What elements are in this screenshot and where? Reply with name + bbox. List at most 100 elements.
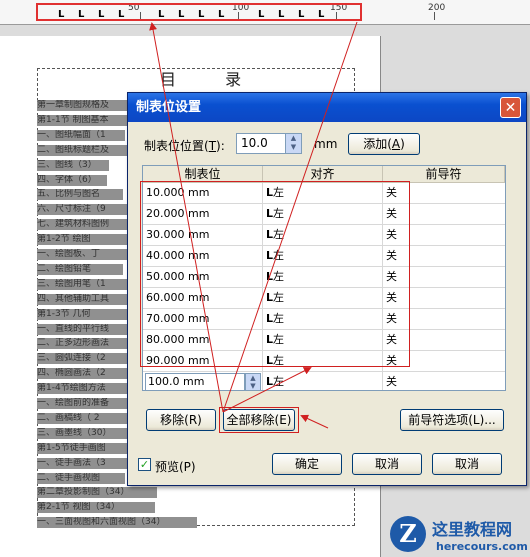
alignment-cell[interactable]: L左 xyxy=(263,204,383,224)
tab-stop-row[interactable]: 30.000 mm L左关 xyxy=(143,225,505,246)
tab-position-cell[interactable]: 90.000 mm xyxy=(143,351,263,371)
toc-line: 一、徒手画法（3 xyxy=(37,457,131,469)
alignment-cell[interactable]: L左 xyxy=(263,372,383,390)
leader-cell[interactable]: 关 xyxy=(383,372,505,390)
tab-stop-row[interactable]: 90.000 mm L左关 xyxy=(143,351,505,372)
ruler-number: 200 xyxy=(428,3,446,13)
toc-line: 五、比例与图名 xyxy=(37,189,123,201)
left-tab-icon: L xyxy=(266,249,274,262)
alignment-cell[interactable]: L左 xyxy=(263,267,383,287)
toc-line: 二、正多边形画法 xyxy=(37,338,131,350)
remove-button[interactable]: 移除(R) xyxy=(146,409,216,431)
toc-line: 一、绘图前的准备 xyxy=(37,398,133,409)
leader-options-button[interactable]: 前导符选项(L)... xyxy=(400,409,504,431)
left-tab-icon: L xyxy=(266,207,274,220)
add-button[interactable]: 添加(A) xyxy=(348,133,420,155)
toc-line: 三、绘图用笔（1 xyxy=(37,278,129,290)
toc-line: 三、图线（3） xyxy=(37,159,109,171)
remove-all-button[interactable]: 全部移除(E) xyxy=(223,409,295,431)
tab-position-cell[interactable]: 100.0 mm ▲ ▼ xyxy=(143,372,263,390)
leader-cell[interactable]: 关 xyxy=(383,330,505,350)
watermark-name: 这里教程网 xyxy=(432,520,513,539)
left-tab-icon: L xyxy=(266,354,274,367)
close-button[interactable]: ✕ xyxy=(500,97,521,118)
horizontal-ruler[interactable]: 50 100 150 200 L L L L L L L L L L L L xyxy=(0,0,530,25)
preview-checkbox[interactable]: ✓ xyxy=(138,458,151,471)
alignment-cell[interactable]: L左 xyxy=(263,288,383,308)
preview-label: 预览(P) xyxy=(155,460,196,474)
tab-position-cell[interactable]: 10.000 mm xyxy=(143,183,263,203)
cancel-button-2[interactable]: 取消 xyxy=(432,453,502,475)
leader-cell[interactable]: 关 xyxy=(383,351,505,371)
tab-stop-row[interactable]: 100.0 mm ▲ ▼ L左关 xyxy=(143,372,505,390)
spin-up-icon[interactable]: ▲ xyxy=(286,134,301,143)
toc-line: 第1-4节绘图方法 xyxy=(37,383,129,395)
unit-label: mm xyxy=(314,137,338,151)
leader-cell[interactable]: 关 xyxy=(383,204,505,224)
tab-position-edit[interactable]: 100.0 mm xyxy=(145,373,245,390)
left-tab-icon: L xyxy=(266,312,274,325)
left-tab-icon: L xyxy=(266,186,274,199)
toc-line: 一、图纸幅面（1 xyxy=(37,129,125,141)
alignment-cell[interactable]: L左 xyxy=(263,246,383,266)
ruler-highlight-box xyxy=(36,3,362,21)
left-tab-icon: L xyxy=(266,270,274,283)
tab-stop-row[interactable]: 80.000 mm L左关 xyxy=(143,330,505,351)
toc-line: 二、徒手画视图 xyxy=(37,472,125,484)
leader-cell[interactable]: 关 xyxy=(383,246,505,266)
tab-position-cell[interactable]: 70.000 mm xyxy=(143,309,263,329)
leader-cell[interactable]: 关 xyxy=(383,183,505,203)
leader-cell[interactable]: 关 xyxy=(383,288,505,308)
toc-line: 第1-2节 绘图 xyxy=(37,234,129,246)
spinner-buttons[interactable]: ▲ ▼ xyxy=(285,134,301,153)
alignment-cell[interactable]: L左 xyxy=(263,309,383,329)
tab-stop-row[interactable]: 70.000 mm L左关 xyxy=(143,309,505,330)
toc-line: 四、其他辅助工具 xyxy=(37,293,133,305)
alignment-cell[interactable]: L左 xyxy=(263,225,383,245)
toc-line: 二、绘图铅笔 xyxy=(37,263,123,275)
dialog-title-bar[interactable]: 制表位设置 ✕ xyxy=(128,93,526,122)
spin-down-icon[interactable]: ▼ xyxy=(286,143,301,152)
left-tab-icon: L xyxy=(266,375,274,388)
tab-position-cell[interactable]: 40.000 mm xyxy=(143,246,263,266)
dialog-title: 制表位设置 xyxy=(136,100,202,115)
toc-line: 一、三面视图和六面视图（34） xyxy=(37,517,197,529)
spinner-icon[interactable]: ▲ ▼ xyxy=(245,373,261,390)
alignment-cell[interactable]: L左 xyxy=(263,351,383,371)
tab-position-cell[interactable]: 30.000 mm xyxy=(143,225,263,245)
toc-line: 第1-3节 几何 xyxy=(37,308,131,320)
left-tab-icon: L xyxy=(266,291,274,304)
toc-line: 一、直线的平行线 xyxy=(37,323,133,335)
tab-position-cell[interactable]: 80.000 mm xyxy=(143,330,263,350)
column-header-position[interactable]: 制表位 xyxy=(143,166,263,183)
tab-stop-row[interactable]: 40.000 mm L左关 xyxy=(143,246,505,267)
left-tab-icon: L xyxy=(266,228,274,241)
toc-line: 第2-1节 视图（34） xyxy=(37,502,155,514)
toc-line: 七、建筑材料图例 xyxy=(37,219,131,231)
tab-position-spinner[interactable]: 10.0 ▲ ▼ xyxy=(236,133,302,154)
leader-cell[interactable]: 关 xyxy=(383,309,505,329)
alignment-cell[interactable]: L左 xyxy=(263,183,383,203)
alignment-cell[interactable]: L左 xyxy=(263,330,383,350)
column-header-leader[interactable]: 前导符 xyxy=(383,166,505,183)
cancel-button[interactable]: 取消 xyxy=(352,453,422,475)
tab-position-cell[interactable]: 20.000 mm xyxy=(143,204,263,224)
tab-position-cell[interactable]: 60.000 mm xyxy=(143,288,263,308)
tab-position-cell[interactable]: 50.000 mm xyxy=(143,267,263,287)
tab-stop-table[interactable]: 制表位 对齐 前导符 10.000 mm L左关 20.000 mm L左关 30.00… xyxy=(142,165,506,391)
watermark-url: herecours.com xyxy=(436,540,528,553)
tab-stop-row[interactable]: 50.000 mm L左关 xyxy=(143,267,505,288)
leader-cell[interactable]: 关 xyxy=(383,267,505,287)
leader-cell[interactable]: 关 xyxy=(383,225,505,245)
toc-line: 二、画稿线（ 2 xyxy=(37,412,131,424)
site-watermark: Z 这里教程网 herecours.com xyxy=(382,502,530,557)
ok-button[interactable]: 确定 xyxy=(272,453,342,475)
tab-stop-row[interactable]: 60.000 mm L左关 xyxy=(143,288,505,309)
tab-stop-row[interactable]: 10.000 mm L左关 xyxy=(143,183,505,204)
ruler-tick xyxy=(434,12,435,20)
column-header-alignment[interactable]: 对齐 xyxy=(263,166,383,183)
tab-position-value[interactable]: 10.0 xyxy=(241,136,268,150)
tab-settings-dialog: 制表位设置 ✕ 制表位位置(T): 10.0 ▲ ▼ mm 添加(A) 制表位 … xyxy=(127,92,527,486)
tab-stop-row[interactable]: 20.000 mm L左关 xyxy=(143,204,505,225)
toc-line: 二、图纸标题栏及 xyxy=(37,144,129,156)
